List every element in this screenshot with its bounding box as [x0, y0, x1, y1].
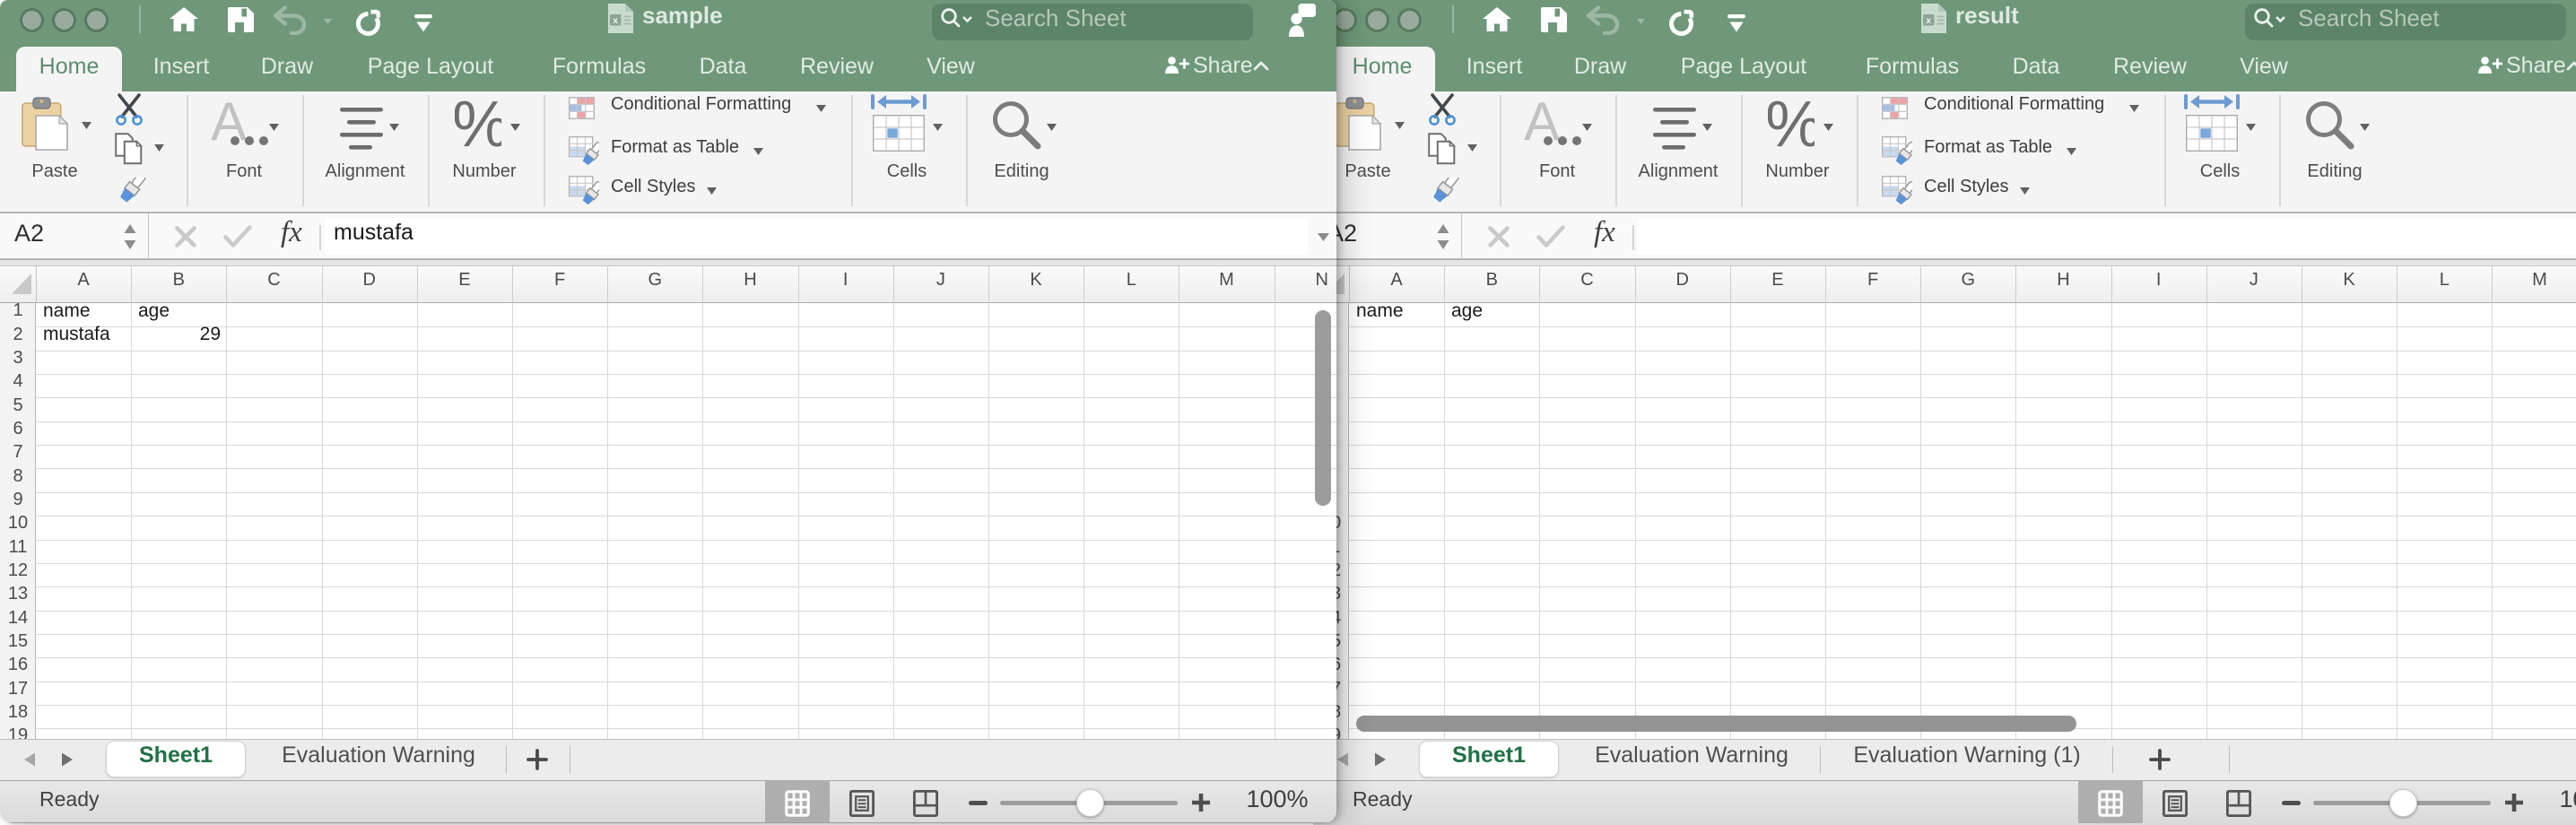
svg-text:%: % — [455, 99, 501, 152]
svg-text:x: x — [1926, 15, 1931, 26]
svg-text:%: % — [1768, 99, 1815, 152]
svg-text:x: x — [613, 15, 618, 26]
svg-text:A: A — [1524, 97, 1560, 149]
svg-text:A: A — [211, 97, 247, 149]
